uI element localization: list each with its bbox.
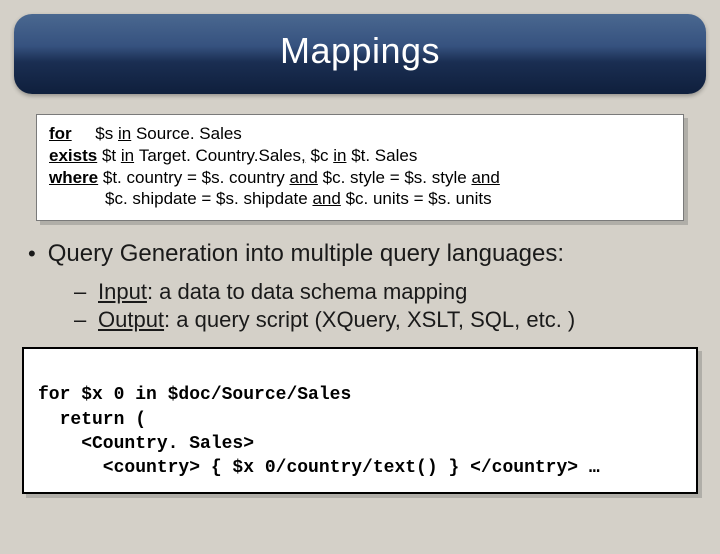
sub-bullet-output: – Output: a query script (XQuery, XSLT, …	[74, 307, 692, 333]
dash-icon: –	[74, 307, 88, 333]
slide-title: Mappings	[14, 30, 706, 72]
where-clause-2b: $c. units = $s. units	[346, 189, 492, 208]
bullet-main-text: Query Generation into multiple query lan…	[48, 239, 564, 269]
for-var: $s	[95, 124, 113, 143]
in-keyword: in	[118, 124, 131, 143]
sub-bullet-list: – Input: a data to data schema mapping –…	[74, 279, 692, 333]
where-clause-1b: $c. style = $s. style	[323, 168, 467, 187]
exists-keyword: exists	[49, 146, 97, 165]
xquery-code-box: for $x 0 in $doc/Source/Sales return ( <…	[22, 347, 698, 494]
sub-bullet-input-text: Input: a data to data schema mapping	[98, 279, 467, 305]
mapping-line-for: for $s in Source. Sales	[49, 123, 671, 145]
exists-var1: $t	[102, 146, 116, 165]
where-keyword: where	[49, 168, 98, 187]
and-keyword-3: and	[312, 189, 340, 208]
bullet-list: • Query Generation into multiple query l…	[28, 239, 692, 333]
in-keyword-2: in	[121, 146, 134, 165]
sub-bullet-output-text: Output: a query script (XQuery, XSLT, SQ…	[98, 307, 575, 333]
output-rest: : a query script (XQuery, XSLT, SQL, etc…	[164, 307, 575, 332]
bullet-dot-icon: •	[28, 241, 36, 269]
dash-icon: –	[74, 279, 88, 305]
code-line-2: return (	[38, 410, 146, 430]
and-keyword-1: and	[290, 168, 318, 187]
mapping-line-where2: $c. shipdate = $s. shipdate and $c. unit…	[49, 188, 671, 210]
in-keyword-3: in	[333, 146, 346, 165]
output-label: Output	[98, 307, 164, 332]
mapping-rule-box: for $s in Source. Sales exists $t in Tar…	[36, 114, 684, 221]
comma-underlined: ,	[301, 146, 306, 165]
exists-src1: Target. Country.Sales	[139, 146, 301, 165]
for-keyword: for	[49, 124, 72, 143]
mapping-line-exists: exists $t in Target. Country.Sales, $c i…	[49, 145, 671, 167]
for-source: Source. Sales	[136, 124, 242, 143]
input-rest: : a data to data schema mapping	[147, 279, 467, 304]
mapping-line-where1: where $t. country = $s. country and $c. …	[49, 167, 671, 189]
bullet-main: • Query Generation into multiple query l…	[28, 239, 692, 269]
code-line-3: <Country. Sales>	[38, 434, 254, 454]
where-clause-1a: $t. country = $s. country	[103, 168, 285, 187]
sub-bullet-input: – Input: a data to data schema mapping	[74, 279, 692, 305]
slide-title-band: Mappings	[14, 14, 706, 94]
code-line-4: <country> { $x 0/country/text() } </coun…	[38, 458, 600, 478]
exists-var2: $c	[311, 146, 329, 165]
code-line-1: for $x 0 in $doc/Source/Sales	[38, 385, 351, 405]
where-clause-2a: $c. shipdate = $s. shipdate	[105, 189, 308, 208]
and-keyword-2: and	[471, 168, 499, 187]
exists-src2: $t. Sales	[351, 146, 417, 165]
input-label: Input	[98, 279, 147, 304]
